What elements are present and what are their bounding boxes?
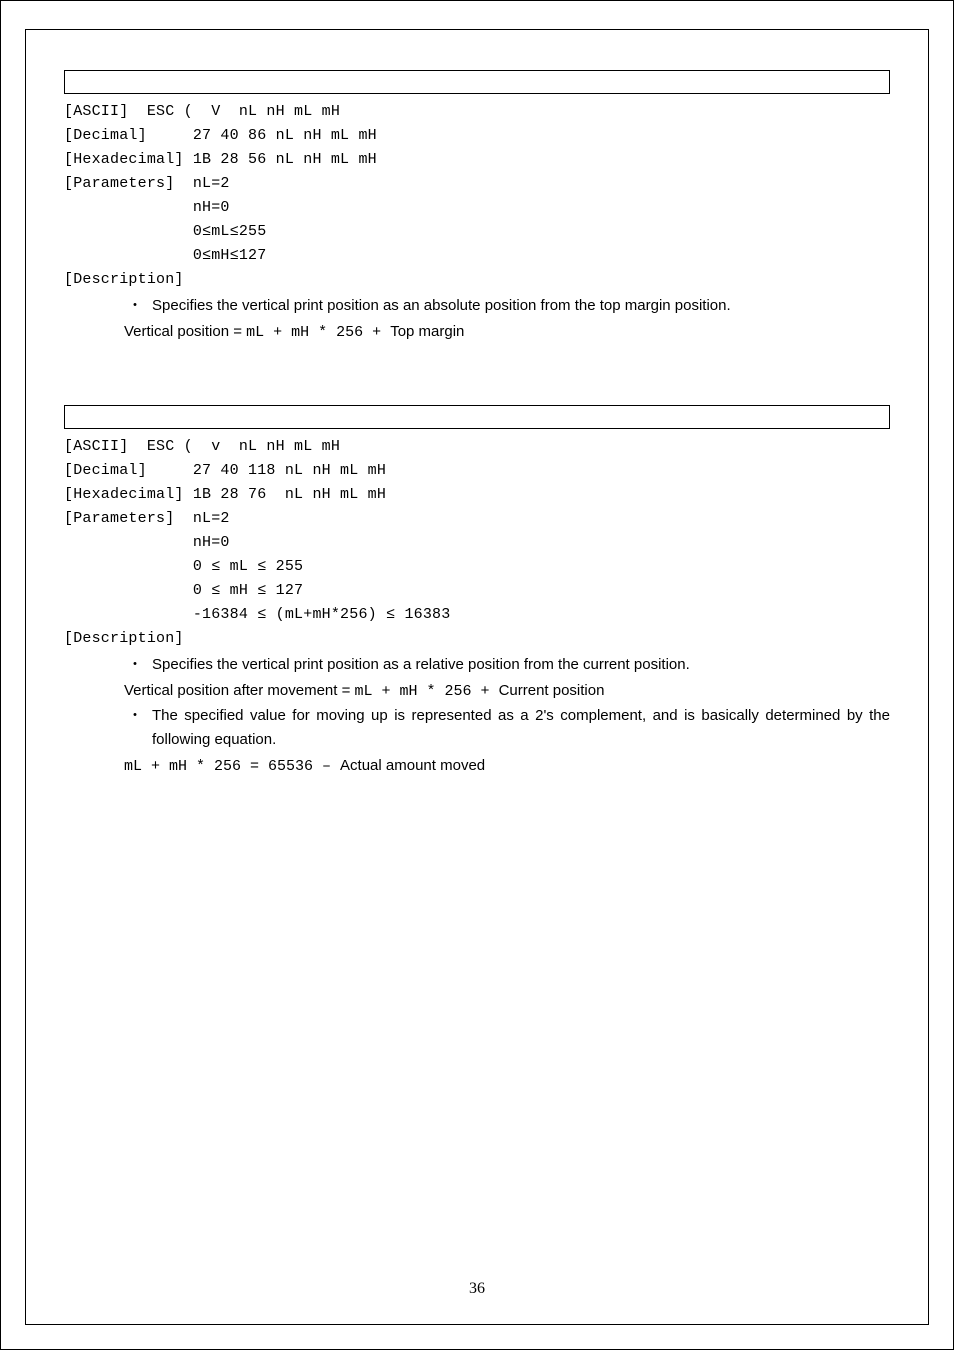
bullet-row: ・ The specified value for moving up is r… [124, 704, 890, 752]
bullet-text-2b: The specified value for moving up is rep… [152, 704, 890, 752]
section-heading-box-1 [64, 70, 890, 94]
param-nH-1: nH=0 [64, 196, 890, 220]
formula-mono-2a: mL + mH * 256 + [355, 683, 499, 700]
section-2: [ASCII] ESC ( v nL nH mL mH [Decimal] 27… [64, 405, 890, 779]
section-heading-box-2 [64, 405, 890, 429]
formula-line-2a: Vertical position after movement = mL + … [124, 679, 890, 704]
param-range-2: -16384 ≤ (mL+mH*256) ≤ 16383 [64, 603, 890, 627]
param-mL-1: 0≤mL≤255 [64, 220, 890, 244]
formula-prefix-2a: Vertical position after movement = [124, 682, 355, 699]
description-block-2: ・ Specifies the vertical print position … [124, 653, 890, 779]
ascii-line-1: [ASCII] ESC ( V nL nH mL mH [64, 100, 890, 124]
bullet-dot-icon: ・ [124, 653, 152, 675]
bullet-text-2b-a: The specified value for moving up is rep… [152, 707, 535, 724]
page-inner-frame: [ASCII] ESC ( V nL nH mL mH [Decimal] 27… [25, 29, 929, 1325]
formula-suffix-1: Top margin [390, 323, 464, 340]
formula-suffix-2a: Current position [499, 682, 605, 699]
description-label-2: [Description] [64, 627, 890, 651]
formula-mono-2b: mL + mH * 256 = 65536 – [124, 758, 340, 775]
bullet-text-1: Specifies the vertical print position as… [152, 294, 890, 318]
decimal-line-2: [Decimal] 27 40 118 nL nH mL mH [64, 459, 890, 483]
page-number: 36 [26, 1276, 928, 1302]
decimal-line-1: [Decimal] 27 40 86 nL nH mL mH [64, 124, 890, 148]
params-label-1: [Parameters] nL=2 [64, 172, 890, 196]
bullet-dot-icon: ・ [124, 704, 152, 726]
param-mH-1: 0≤mH≤127 [64, 244, 890, 268]
bullet-row: ・ Specifies the vertical print position … [124, 294, 890, 318]
formula-line-1: Vertical position = mL + mH * 256 + Top … [124, 320, 890, 345]
page-outer-frame: [ASCII] ESC ( V nL nH mL mH [Decimal] 27… [0, 0, 954, 1350]
hex-line-2: [Hexadecimal] 1B 28 76 nL nH mL mH [64, 483, 890, 507]
hex-line-1: [Hexadecimal] 1B 28 56 nL nH mL mH [64, 148, 890, 172]
params-label-2: [Parameters] nL=2 [64, 507, 890, 531]
param-nH-2: nH=0 [64, 531, 890, 555]
description-block-1: ・ Specifies the vertical print position … [124, 294, 890, 345]
param-mH-2: 0 ≤ mH ≤ 127 [64, 579, 890, 603]
formula-suffix-2b: Actual amount moved [340, 757, 485, 774]
formula-line-2b: mL + mH * 256 = 65536 – Actual amount mo… [64, 754, 890, 779]
bullet-row: ・ Specifies the vertical print position … [124, 653, 890, 677]
bullet-text-2a: Specifies the vertical print position as… [152, 653, 890, 677]
description-label-1: [Description] [64, 268, 890, 292]
param-mL-2: 0 ≤ mL ≤ 255 [64, 555, 890, 579]
bullet-dot-icon: ・ [124, 294, 152, 316]
formula-mono-1: mL + mH * 256 + [246, 324, 390, 341]
ascii-line-2: [ASCII] ESC ( v nL nH mL mH [64, 435, 890, 459]
formula-prefix-1: Vertical position = [124, 323, 246, 340]
